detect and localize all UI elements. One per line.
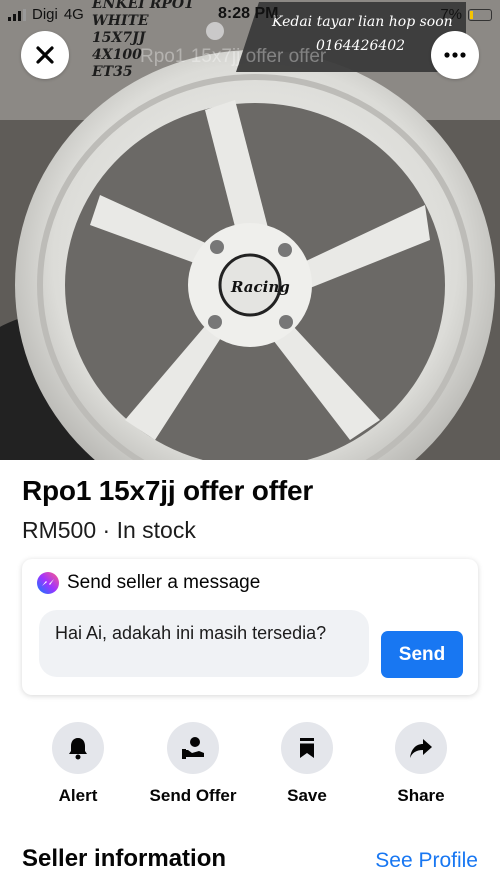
send-offer-button[interactable]: Send Offer <box>138 722 248 806</box>
share-label: Share <box>397 786 445 805</box>
spec-line: 15X7JJ <box>92 30 146 46</box>
spec-line: ET35 <box>92 64 133 80</box>
offer-icon <box>167 722 219 774</box>
message-card: Send seller a message Hai Ai, adakah ini… <box>22 559 478 695</box>
save-button[interactable]: Save <box>252 722 362 806</box>
battery-icon <box>468 8 492 21</box>
signal-icon <box>8 8 26 21</box>
listing-price: RM500 · In stock <box>22 517 196 543</box>
more-icon <box>444 52 466 58</box>
more-options-button[interactable] <box>431 31 479 79</box>
message-card-header: Send seller a message <box>37 572 260 594</box>
status-bar: Digi 4G 8:28 PM 7% <box>0 0 500 30</box>
see-profile-link[interactable]: See Profile <box>375 849 478 873</box>
save-label: Save <box>287 786 327 805</box>
battery-percent: 7% <box>440 6 462 23</box>
alert-button[interactable]: Alert <box>23 722 133 806</box>
close-icon <box>36 46 54 64</box>
alert-label: Alert <box>58 786 98 805</box>
hub-logo-text: Racing <box>230 278 290 296</box>
spec-line: 4X100 <box>92 47 142 63</box>
messenger-icon <box>37 572 59 594</box>
clock: 8:28 PM <box>218 5 279 22</box>
bell-icon <box>52 722 104 774</box>
listing-title: Rpo1 15x7jj offer offer <box>22 475 314 506</box>
shop-phone: 0164426402 <box>316 38 406 54</box>
share-icon <box>395 722 447 774</box>
bookmark-icon <box>281 722 333 774</box>
carrier-label: Digi <box>32 6 58 23</box>
send-button[interactable]: Send <box>381 631 463 678</box>
close-button[interactable] <box>21 31 69 79</box>
message-input[interactable]: Hai Ai, adakah ini masih tersedia? <box>39 610 369 677</box>
photo-indicator-dot <box>206 22 224 40</box>
send-offer-label: Send Offer <box>149 786 237 805</box>
network-label: 4G <box>63 6 84 23</box>
share-button[interactable]: Share <box>366 722 476 806</box>
seller-info-heading: Seller information <box>22 845 227 872</box>
message-heading: Send seller a message <box>67 572 261 593</box>
